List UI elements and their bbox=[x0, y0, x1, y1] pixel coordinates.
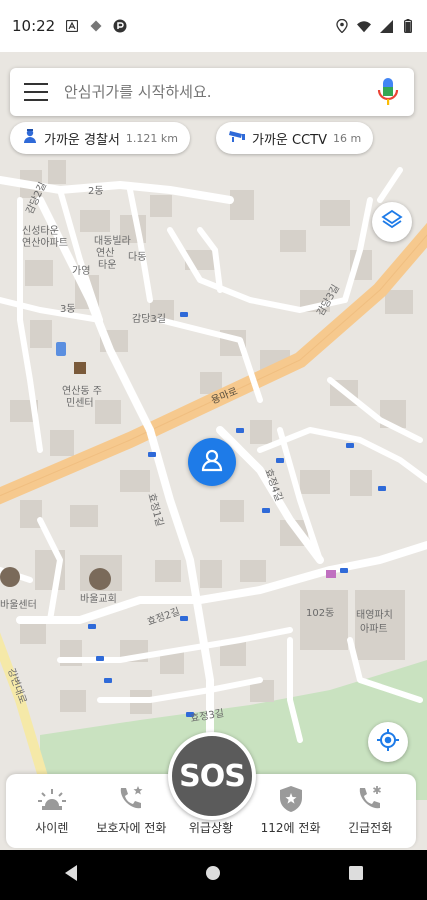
recents-icon[interactable] bbox=[348, 865, 364, 885]
cctv-chip-distance: 16 m bbox=[333, 131, 362, 145]
police-icon bbox=[22, 128, 38, 148]
my-location-icon bbox=[376, 728, 400, 756]
map-label: 태영파치 bbox=[356, 610, 393, 621]
wifi-icon bbox=[357, 19, 371, 33]
back-icon[interactable] bbox=[63, 864, 79, 886]
hamburger-icon[interactable] bbox=[24, 83, 48, 101]
layers-icon bbox=[381, 209, 403, 235]
police-chip-distance: 1.121 km bbox=[125, 131, 178, 145]
a-icon bbox=[65, 19, 79, 33]
map-label: 바울교회 bbox=[80, 594, 117, 605]
nearest-police-chip[interactable]: 가까운 경찰서 1.121 km bbox=[10, 122, 190, 154]
status-bar: 10:22 bbox=[0, 0, 427, 52]
home-icon[interactable] bbox=[205, 865, 221, 885]
call-112-label: 112에 전화 bbox=[260, 821, 321, 835]
search-input[interactable] bbox=[64, 83, 376, 101]
map-label: 연산아파트 bbox=[22, 238, 68, 249]
map-label: 2동 bbox=[88, 186, 104, 197]
person-icon bbox=[199, 447, 225, 477]
urgent-call-button[interactable]: 긴급전화 bbox=[330, 774, 410, 848]
cctv-chip-label: 가까운 CCTV bbox=[252, 132, 328, 148]
map-label: 민센터 bbox=[66, 398, 94, 409]
layers-button[interactable] bbox=[372, 202, 412, 242]
siren-label: 사이렌 bbox=[35, 821, 69, 835]
emergency-label: 위급상황 bbox=[188, 821, 234, 835]
user-location-pin[interactable] bbox=[188, 438, 236, 486]
sos-text: SOS bbox=[179, 758, 246, 794]
map-label: 아파트 bbox=[360, 624, 388, 635]
call-112-button[interactable]: 112에 전화 bbox=[251, 774, 331, 848]
map-label: 가영 bbox=[72, 266, 91, 277]
map-label: 타운 bbox=[98, 260, 117, 271]
my-location-button[interactable] bbox=[368, 722, 408, 762]
sos-button[interactable]: SOS bbox=[168, 732, 256, 820]
call-guardian-button[interactable]: 보호자에 전화 bbox=[92, 774, 172, 848]
cctv-icon bbox=[228, 129, 246, 147]
phone-star-icon bbox=[116, 785, 146, 813]
urgent-call-label: 긴급전화 bbox=[348, 821, 393, 835]
status-time: 10:22 bbox=[12, 17, 56, 35]
map-label: 102동 bbox=[306, 608, 335, 619]
search-bar[interactable] bbox=[10, 68, 414, 116]
siren-icon bbox=[37, 785, 67, 813]
map-label: 다동 bbox=[128, 252, 147, 263]
diamond-icon bbox=[89, 19, 103, 33]
call-guardian-label: 보호자에 전화 bbox=[96, 821, 167, 835]
phone-asterisk-icon bbox=[355, 785, 385, 813]
police-chip-label: 가까운 경찰서 bbox=[44, 132, 120, 148]
location-icon bbox=[335, 19, 349, 33]
map-label: 3동 bbox=[60, 304, 76, 315]
siren-button[interactable]: 사이렌 bbox=[12, 774, 92, 848]
map-label: 감당3길 bbox=[132, 314, 166, 325]
police-badge-icon bbox=[276, 785, 306, 813]
system-nav-bar bbox=[0, 850, 427, 900]
battery-icon bbox=[401, 19, 415, 33]
signal-icon bbox=[379, 19, 393, 33]
map-label: 바울센터 bbox=[0, 600, 37, 611]
p-icon bbox=[113, 19, 127, 33]
mic-icon[interactable] bbox=[376, 77, 400, 107]
nearest-cctv-chip[interactable]: 가까운 CCTV 16 m bbox=[216, 122, 374, 154]
